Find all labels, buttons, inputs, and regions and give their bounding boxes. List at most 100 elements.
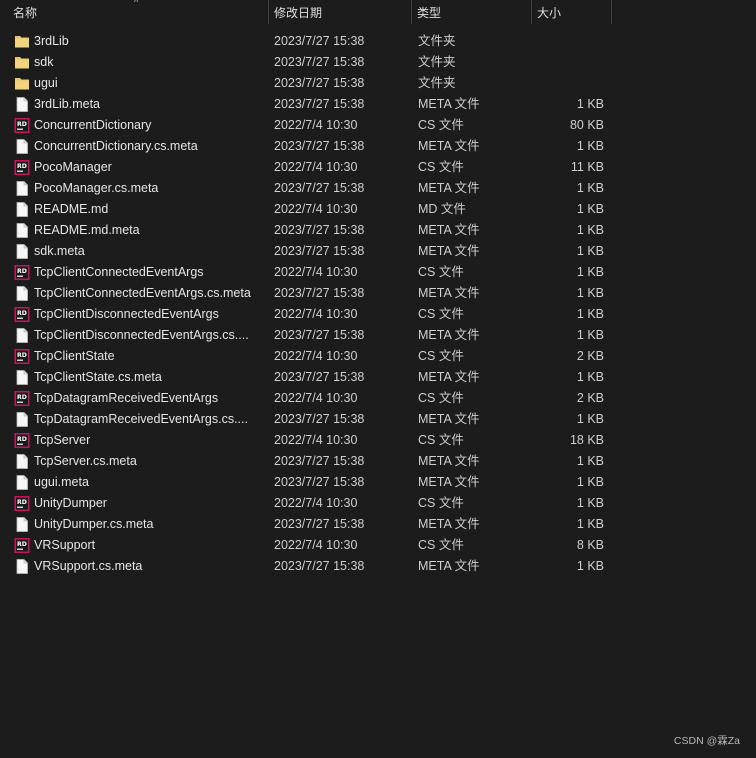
file-date: 2022/7/4 10:30: [274, 202, 358, 216]
folder-icon: [14, 34, 30, 49]
file-row[interactable]: RD ConcurrentDictionary 2022/7/4 10:30 CS 文…: [0, 115, 756, 136]
rider-cs-icon: RD: [14, 496, 30, 511]
rider-cs-icon: RD: [14, 538, 30, 553]
file-name: VRSupport.cs.meta: [34, 559, 143, 573]
file-date: 2022/7/4 10:30: [274, 265, 358, 279]
file-row[interactable]: TcpClientDisconnectedEventArgs.cs.... 202…: [0, 325, 756, 346]
file-date: 2023/7/27 15:38: [274, 454, 365, 468]
rider-cs-icon: RD: [14, 349, 30, 364]
file-date: 2022/7/4 10:30: [274, 496, 358, 510]
file-row[interactable]: TcpClientConnectedEventArgs.cs.meta 2023/…: [0, 283, 756, 304]
file-date: 2022/7/4 10:30: [274, 538, 358, 552]
file-type: META 文件: [418, 328, 480, 342]
rider-cs-icon: RD: [14, 391, 30, 406]
file-name: TcpClientConnectedEventArgs: [34, 265, 204, 279]
file-icon: [14, 244, 30, 259]
file-row[interactable]: RD PocoManager 2022/7/4 10:30 CS 文件 11 KB: [0, 157, 756, 178]
file-size: 1 KB: [576, 454, 604, 468]
file-name: TcpClientConnectedEventArgs.cs.meta: [34, 286, 251, 300]
file-row[interactable]: RD TcpClientConnectedEventArgs 2022/7/4 10…: [0, 262, 756, 283]
file-size: 1 KB: [576, 223, 604, 237]
file-name: README.md.meta: [34, 223, 140, 237]
file-row[interactable]: TcpServer.cs.meta 2023/7/27 15:38 META 文件 1…: [0, 451, 756, 472]
file-name: TcpDatagramReceivedEventArgs.cs....: [34, 412, 248, 426]
file-row[interactable]: RD TcpServer 2022/7/4 10:30 CS 文件 18 KB: [0, 430, 756, 451]
file-date: 2023/7/27 15:38: [274, 412, 365, 426]
rider-cs-icon: RD: [14, 160, 30, 175]
file-date: 2023/7/27 15:38: [274, 34, 365, 48]
file-row[interactable]: RD TcpClientDisconnectedEventArgs 2022/7/4…: [0, 304, 756, 325]
file-row[interactable]: 3rdLib.meta 2023/7/27 15:38 META 文件 1 KB: [0, 94, 756, 115]
file-row[interactable]: sdk.meta 2023/7/27 15:38 META 文件 1 KB: [0, 241, 756, 262]
file-type: CS 文件: [418, 307, 464, 321]
file-row[interactable]: README.md.meta 2023/7/27 15:38 META 文件 1 KB: [0, 220, 756, 241]
rider-cs-icon: RD: [14, 433, 30, 448]
file-size: 2 KB: [576, 391, 604, 405]
file-row[interactable]: README.md 2022/7/4 10:30 MD 文件 1 KB: [0, 199, 756, 220]
file-name: 3rdLib: [34, 34, 69, 48]
file-date: 2022/7/4 10:30: [274, 391, 358, 405]
file-type: META 文件: [418, 412, 480, 426]
folder-icon: [14, 55, 30, 70]
column-header-name[interactable]: 名称: [7, 4, 268, 24]
file-row[interactable]: ugui.meta 2023/7/27 15:38 META 文件 1 KB: [0, 472, 756, 493]
file-name: sdk: [34, 55, 54, 69]
file-type: CS 文件: [418, 349, 464, 363]
file-type: META 文件: [418, 475, 480, 489]
svg-text:RD: RD: [17, 352, 27, 359]
file-date: 2023/7/27 15:38: [274, 55, 365, 69]
file-date: 2023/7/27 15:38: [274, 517, 365, 531]
file-name: TcpClientDisconnectedEventArgs.cs....: [34, 328, 249, 342]
file-size: 1 KB: [576, 559, 604, 573]
file-icon: [14, 475, 30, 490]
file-name: TcpClientState: [34, 349, 115, 363]
file-row[interactable]: TcpDatagramReceivedEventArgs.cs.... 2023/…: [0, 409, 756, 430]
file-date: 2022/7/4 10:30: [274, 349, 358, 363]
file-icon: [14, 139, 30, 154]
file-row[interactable]: TcpClientState.cs.meta 2023/7/27 15:38 MET…: [0, 367, 756, 388]
folder-icon: [14, 76, 30, 91]
file-row[interactable]: ConcurrentDictionary.cs.meta 2023/7/27 15…: [0, 136, 756, 157]
file-size: 1 KB: [576, 97, 604, 111]
file-type: CS 文件: [418, 391, 464, 405]
file-size: 1 KB: [576, 475, 604, 489]
rider-cs-icon: RD: [14, 307, 30, 322]
file-type: 文件夹: [418, 55, 456, 69]
file-icon: [14, 286, 30, 301]
file-name: PocoManager: [34, 160, 112, 174]
svg-text:RD: RD: [17, 499, 27, 506]
file-row[interactable]: ugui 2023/7/27 15:38 文件夹: [0, 73, 756, 94]
file-size: 1 KB: [576, 517, 604, 531]
file-date: 2023/7/27 15:38: [274, 286, 365, 300]
watermark: CSDN @霖Za: [673, 735, 740, 747]
file-row[interactable]: RD UnityDumper 2022/7/4 10:30 CS 文件 1 KB: [0, 493, 756, 514]
column-header-date[interactable]: 修改日期: [268, 4, 411, 24]
file-row[interactable]: RD TcpClientState 2022/7/4 10:30 CS 文件 2 KB: [0, 346, 756, 367]
file-size: 1 KB: [576, 202, 604, 216]
file-type: META 文件: [418, 97, 480, 111]
file-row[interactable]: PocoManager.cs.meta 2023/7/27 15:38 META 文…: [0, 178, 756, 199]
file-date: 2022/7/4 10:30: [274, 433, 358, 447]
file-row[interactable]: VRSupport.cs.meta 2023/7/27 15:38 META 文件 1…: [0, 556, 756, 577]
file-size: 2 KB: [576, 349, 604, 363]
file-size: 1 KB: [576, 244, 604, 258]
file-size: 1 KB: [576, 307, 604, 321]
file-explorer: ^ 名称 修改日期 类型 大小 3rdLib 2023/7/27 15:38 文件夹…: [0, 0, 756, 758]
file-row[interactable]: RD VRSupport 2022/7/4 10:30 CS 文件 8 KB: [0, 535, 756, 556]
file-type: META 文件: [418, 181, 480, 195]
column-header-size[interactable]: 大小: [531, 4, 612, 24]
file-size: 1 KB: [576, 496, 604, 510]
file-icon: [14, 517, 30, 532]
file-row[interactable]: 3rdLib 2023/7/27 15:38 文件夹: [0, 31, 756, 52]
file-type: META 文件: [418, 286, 480, 300]
file-type: META 文件: [418, 559, 480, 573]
column-header-type[interactable]: 类型: [411, 4, 531, 24]
file-row[interactable]: UnityDumper.cs.meta 2023/7/27 15:38 META 文…: [0, 514, 756, 535]
file-icon: [14, 328, 30, 343]
file-row[interactable]: sdk 2023/7/27 15:38 文件夹: [0, 52, 756, 73]
column-divider[interactable]: [611, 0, 612, 24]
file-icon: [14, 559, 30, 574]
file-date: 2023/7/27 15:38: [274, 139, 365, 153]
file-icon: [14, 412, 30, 427]
file-row[interactable]: RD TcpDatagramReceivedEventArgs 2022/7/4 1…: [0, 388, 756, 409]
